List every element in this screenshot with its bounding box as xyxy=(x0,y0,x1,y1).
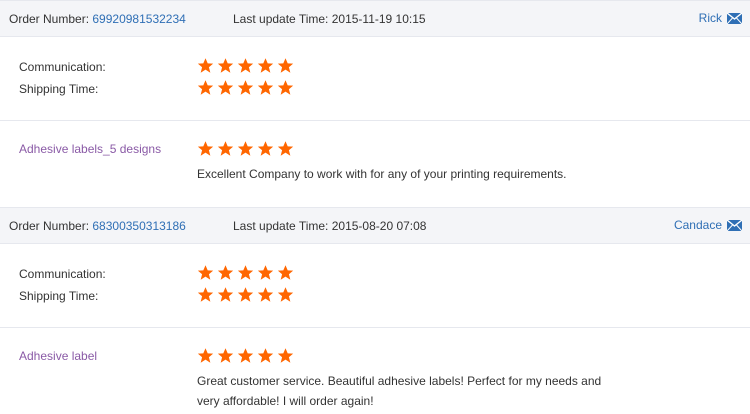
seller-ratings: Communication: Shipping Time: xyxy=(0,244,750,328)
star-icon xyxy=(217,264,234,281)
star-icon xyxy=(277,347,294,364)
star-icon xyxy=(237,347,254,364)
last-update: Last update Time: 2015-11-19 10:15 xyxy=(233,12,426,26)
star-icon xyxy=(257,79,274,96)
star-icon xyxy=(197,264,214,281)
star-icon xyxy=(237,264,254,281)
star-rating xyxy=(197,264,294,281)
rating-shipping-time: Shipping Time: xyxy=(19,286,750,306)
star-icon xyxy=(217,140,234,157)
star-icon xyxy=(217,79,234,96)
star-icon xyxy=(277,140,294,157)
order-number-label: Order Number: 68300350313186 xyxy=(9,219,186,233)
star-icon xyxy=(277,286,294,303)
review-text: Excellent Company to work with for any o… xyxy=(197,167,567,181)
star-icon xyxy=(257,57,274,74)
product-star-rating xyxy=(197,347,294,364)
star-icon xyxy=(257,286,274,303)
product-link[interactable]: Adhesive label xyxy=(19,349,97,363)
star-rating xyxy=(197,286,294,303)
star-icon xyxy=(237,79,254,96)
star-rating xyxy=(197,57,294,74)
star-icon xyxy=(197,57,214,74)
review-text: Great customer service. Beautiful adhesi… xyxy=(197,374,602,408)
star-icon xyxy=(257,140,274,157)
product-star-rating xyxy=(197,140,294,157)
star-icon xyxy=(277,57,294,74)
star-icon xyxy=(197,347,214,364)
product-link[interactable]: Adhesive labels_5 designs xyxy=(19,142,161,156)
star-icon xyxy=(217,57,234,74)
rating-label: Shipping Time: xyxy=(19,82,99,96)
rating-label: Communication: xyxy=(19,267,106,281)
order-header: Order Number: 69920981532234 Last update… xyxy=(0,0,750,37)
rating-communication: Communication: xyxy=(19,57,750,77)
star-icon xyxy=(197,140,214,157)
star-icon xyxy=(237,140,254,157)
buyer-contact-link[interactable]: Rick xyxy=(699,11,743,25)
star-icon xyxy=(277,79,294,96)
buyer-name[interactable]: Rick xyxy=(699,11,722,25)
mail-icon[interactable] xyxy=(726,11,743,24)
order-number-label: Order Number: 69920981532234 xyxy=(9,12,186,26)
order-number-link[interactable]: 69920981532234 xyxy=(92,12,185,26)
star-icon xyxy=(277,264,294,281)
star-icon xyxy=(257,264,274,281)
star-icon xyxy=(197,286,214,303)
order-number-link[interactable]: 68300350313186 xyxy=(92,219,185,233)
buyer-contact-link[interactable]: Candace xyxy=(674,218,743,232)
product-review: Adhesive labels_5 designs Excellent Comp… xyxy=(0,121,750,207)
star-icon xyxy=(197,79,214,96)
order-feedback-1: Order Number: 69920981532234 Last update… xyxy=(0,0,750,207)
last-update: Last update Time: 2015-08-20 07:08 xyxy=(233,219,427,233)
order-header: Order Number: 68300350313186 Last update… xyxy=(0,207,750,244)
update-time: 2015-08-20 07:08 xyxy=(331,219,427,233)
order-feedback-2: Order Number: 68300350313186 Last update… xyxy=(0,207,750,414)
star-icon xyxy=(237,57,254,74)
seller-ratings: Communication: Shipping Time: xyxy=(0,37,750,121)
rating-label: Shipping Time: xyxy=(19,289,99,303)
update-time: 2015-11-19 10:15 xyxy=(331,12,426,26)
star-icon xyxy=(217,347,234,364)
mail-icon[interactable] xyxy=(726,218,743,231)
rating-label: Communication: xyxy=(19,60,106,74)
rating-shipping-time: Shipping Time: xyxy=(19,79,750,99)
star-icon xyxy=(217,286,234,303)
rating-communication: Communication: xyxy=(19,264,750,284)
buyer-name[interactable]: Candace xyxy=(674,218,722,232)
star-icon xyxy=(257,347,274,364)
product-review: Adhesive label Great customer service. B… xyxy=(0,328,750,414)
star-icon xyxy=(237,286,254,303)
star-rating xyxy=(197,79,294,96)
